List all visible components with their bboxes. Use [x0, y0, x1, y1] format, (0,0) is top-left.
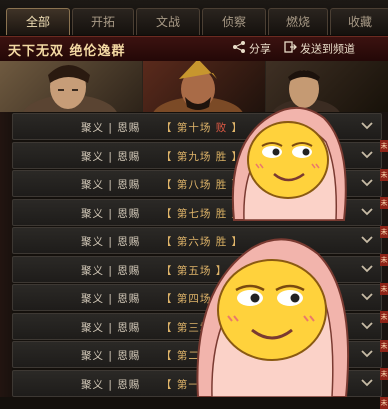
tab-favorites[interactable]: 收藏	[330, 8, 388, 35]
left-border	[0, 112, 12, 397]
battle-number: 第六场	[176, 236, 212, 248]
send-to-channel-button[interactable]: 发送到频道	[284, 41, 355, 57]
strategist-portrait-icon	[266, 61, 388, 112]
chevron-down-icon[interactable]	[361, 378, 373, 388]
battle-number: 第七场	[176, 207, 212, 220]
battle-label: 【 第六场 胜 】	[161, 236, 244, 248]
battle-label: 【 第四场 】	[161, 293, 228, 305]
battle-label: 【 第八场 胜 】	[161, 179, 244, 191]
portrait-strip	[0, 61, 388, 112]
chevron-down-icon[interactable]	[361, 264, 373, 274]
battle-row[interactable]: 聚义 | 恩赐 【 第一场 】	[12, 369, 382, 397]
row-name: 聚义 | 恩赐	[81, 122, 141, 134]
row-name: 聚义 | 恩赐	[81, 179, 141, 191]
edge-tag: 未	[380, 197, 388, 209]
row-name: 聚义 | 恩赐	[81, 264, 141, 277]
tab-label: 开拓	[90, 15, 115, 29]
row-name: 聚义 | 恩赐	[81, 378, 141, 391]
tab-label: 燃烧	[285, 15, 310, 29]
battle-result: 胜	[215, 179, 228, 191]
edge-tag: 未	[380, 225, 388, 238]
battle-number: 第四场	[176, 293, 212, 305]
battle-number: 第一场	[176, 378, 212, 391]
tab-bar: 全部 开拓 文战 侦察 燃烧 收藏	[0, 0, 388, 37]
battle-label: 【 第三场 】	[161, 321, 228, 334]
battle-number: 第十场	[176, 122, 212, 134]
event-title: 天下无双 绝伦逸群	[8, 44, 126, 59]
general-portrait-icon	[0, 61, 143, 112]
battle-result: 胜	[215, 207, 228, 220]
battle-label: 【 第九场 胜 】	[161, 150, 244, 163]
battle-result: 胜	[215, 236, 228, 248]
edge-tag: 未	[380, 368, 388, 380]
battle-number: 第二场	[176, 350, 212, 362]
chevron-down-icon[interactable]	[361, 235, 373, 245]
battle-row[interactable]: 聚义 | 恩赐 【 第六场 胜 】	[12, 227, 382, 254]
battle-label: 【 第五场 】	[161, 264, 228, 277]
battle-row[interactable]: 聚义 | 恩赐 【 第二场 】	[12, 341, 382, 368]
edge-tag: 未	[380, 168, 388, 181]
event-header: 天下无双 绝伦逸群 分享 发送到频道	[0, 36, 388, 62]
send-icon	[284, 41, 297, 58]
battle-result: 胜	[215, 150, 228, 163]
battle-row[interactable]: 聚义 | 恩赐 【 第九场 胜 】	[12, 141, 382, 169]
chevron-down-icon[interactable]	[361, 321, 373, 331]
battle-result: 败	[215, 122, 228, 134]
battle-label: 【 第一场 】	[161, 378, 228, 391]
warrior-portrait-icon	[143, 61, 266, 112]
chevron-down-icon[interactable]	[361, 178, 373, 188]
share-icon	[232, 41, 246, 58]
edge-tag: 未	[380, 282, 388, 295]
row-name: 聚义 | 恩赐	[81, 207, 141, 220]
battle-row[interactable]: 聚义 | 恩赐 【 第三场 】	[12, 312, 382, 340]
tab-label: 侦察	[221, 15, 246, 29]
tab-scout[interactable]: 侦察	[202, 8, 266, 35]
battle-number: 第三场	[176, 321, 212, 334]
chevron-down-icon[interactable]	[361, 207, 373, 217]
row-name: 聚义 | 恩赐	[81, 350, 141, 362]
tab-burn[interactable]: 燃烧	[268, 8, 328, 35]
battle-number: 第五场	[176, 264, 212, 277]
row-name: 聚义 | 恩赐	[81, 150, 141, 163]
edge-tag: 未	[380, 339, 388, 352]
battle-row[interactable]: 聚义 | 恩赐 【 第八场 胜 】	[12, 170, 382, 197]
edge-tag: 未	[380, 254, 388, 266]
chevron-down-icon[interactable]	[361, 349, 373, 359]
battle-number: 第九场	[176, 150, 212, 163]
edge-tag: 未	[380, 311, 388, 323]
edge-tag: 未	[380, 396, 388, 409]
send-label: 发送到频道	[300, 42, 355, 56]
battle-row[interactable]: 聚义 | 恩赐 【 第四场 】	[12, 284, 382, 311]
battle-number: 第八场	[176, 179, 212, 191]
row-name: 聚义 | 恩赐	[81, 293, 141, 305]
tab-civil-battle[interactable]: 文战	[136, 8, 200, 35]
tab-all[interactable]: 全部	[6, 8, 70, 35]
chevron-down-icon[interactable]	[361, 150, 373, 160]
edge-tag: 未	[380, 140, 388, 152]
tab-label: 文战	[155, 15, 180, 29]
battle-row[interactable]: 聚义 | 恩赐 【 第十场 败 】	[12, 113, 382, 140]
share-label: 分享	[249, 42, 271, 56]
battle-row[interactable]: 聚义 | 恩赐 【 第七场 胜 】	[12, 198, 382, 226]
row-name: 聚义 | 恩赐	[81, 321, 141, 334]
battle-row[interactable]: 聚义 | 恩赐 【 第五场 】	[12, 255, 382, 283]
tab-explore[interactable]: 开拓	[72, 8, 134, 35]
row-name: 聚义 | 恩赐	[81, 236, 141, 248]
battle-label: 【 第二场 】	[161, 350, 228, 362]
share-button[interactable]: 分享	[232, 41, 271, 57]
tab-label: 收藏	[347, 15, 372, 29]
battle-label: 【 第七场 胜 】	[161, 207, 244, 220]
chevron-down-icon[interactable]	[361, 292, 373, 302]
tab-label: 全部	[25, 15, 50, 29]
chevron-down-icon[interactable]	[361, 121, 373, 131]
battle-label: 【 第十场 败 】	[161, 122, 244, 134]
